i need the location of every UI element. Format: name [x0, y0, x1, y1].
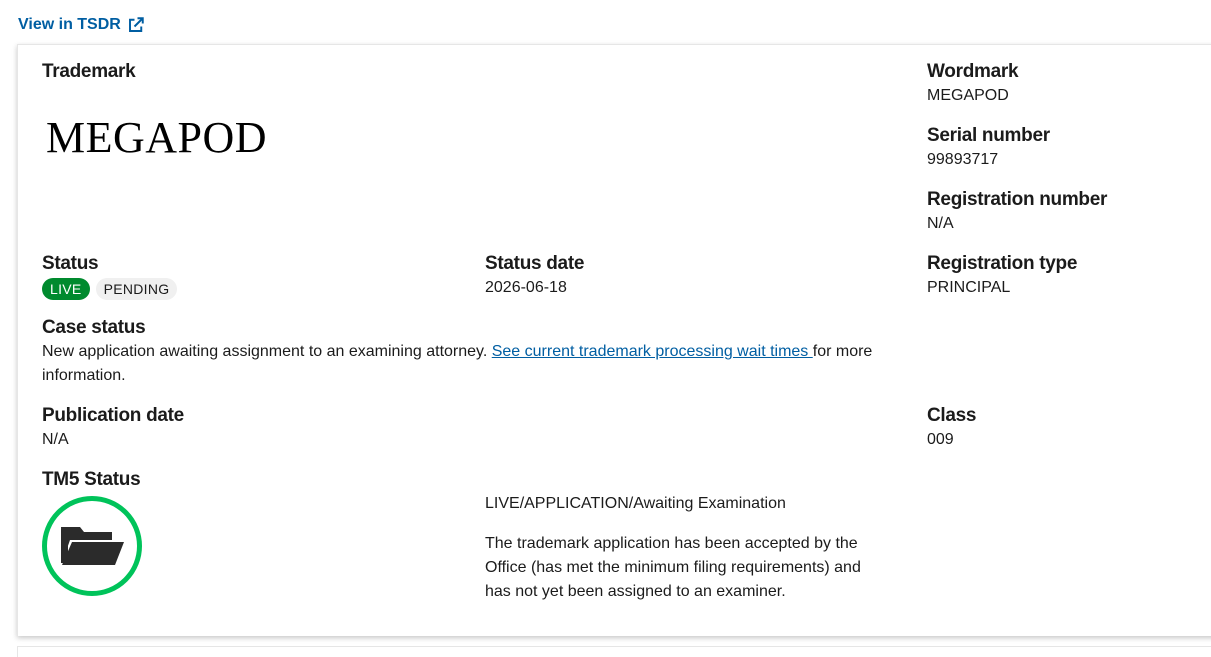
status-badge-live: LIVE	[42, 278, 90, 300]
case-status-text-before: New application awaiting assignment to a…	[42, 343, 492, 360]
view-in-tsdr-link[interactable]: View in TSDR	[18, 16, 145, 34]
wordmark-section: Wordmark MEGAPOD	[927, 60, 1019, 108]
tm5-status-ring	[42, 496, 142, 596]
wordmark-value: MEGAPOD	[927, 87, 1009, 104]
view-in-tsdr-label: View in TSDR	[18, 16, 121, 33]
trademark-label: Trademark	[42, 61, 136, 82]
publication-date-section: Publication date N/A	[42, 404, 184, 452]
trademark-section: Trademark	[42, 60, 136, 84]
status-date-label: Status date	[485, 253, 585, 274]
status-date-value: 2026-06-18	[485, 279, 567, 296]
class-label: Class	[927, 405, 977, 426]
serial-number-value: 99893717	[927, 151, 999, 168]
next-card-edge	[17, 646, 1211, 657]
registration-type-label: Registration type	[927, 253, 1078, 274]
publication-date-value: N/A	[42, 431, 69, 448]
serial-section: Serial number 99893717	[927, 124, 1050, 172]
tm5-details: LIVE/APPLICATION/Awaiting Examination Th…	[485, 492, 885, 604]
processing-wait-times-link[interactable]: See current trademark processing wait ti…	[492, 343, 813, 360]
registration-type-section: Registration type PRINCIPAL	[927, 252, 1077, 300]
wordmark-label: Wordmark	[927, 61, 1019, 82]
external-link-icon	[128, 17, 144, 32]
registration-number-value: N/A	[927, 215, 954, 232]
registration-number-section: Registration number N/A	[927, 188, 1107, 236]
trademark-image: MEGAPOD	[46, 113, 268, 162]
registration-number-label: Registration number	[927, 189, 1108, 210]
open-folder-icon	[61, 527, 124, 565]
status-badge-pending: PENDING	[95, 278, 178, 300]
status-date-section: Status date 2026-06-18	[485, 252, 584, 300]
tm5-status-label: TM5 Status	[42, 469, 141, 490]
case-status-text: New application awaiting assignment to a…	[42, 340, 892, 388]
tm5-description: The trademark application has been accep…	[485, 535, 861, 600]
case-status-section: Case status New application awaiting ass…	[42, 316, 892, 388]
class-value: 009	[927, 431, 954, 448]
publication-date-label: Publication date	[42, 405, 184, 426]
status-section: Status LIVE PENDING	[42, 252, 178, 300]
tm5-section: TM5 Status	[42, 468, 141, 492]
registration-type-value: PRINCIPAL	[927, 279, 1011, 296]
status-label: Status	[42, 253, 99, 274]
class-section: Class 009	[927, 404, 977, 452]
tm5-status-line: LIVE/APPLICATION/Awaiting Examination	[485, 495, 786, 512]
case-status-label: Case status	[42, 317, 146, 338]
serial-number-label: Serial number	[927, 125, 1050, 146]
